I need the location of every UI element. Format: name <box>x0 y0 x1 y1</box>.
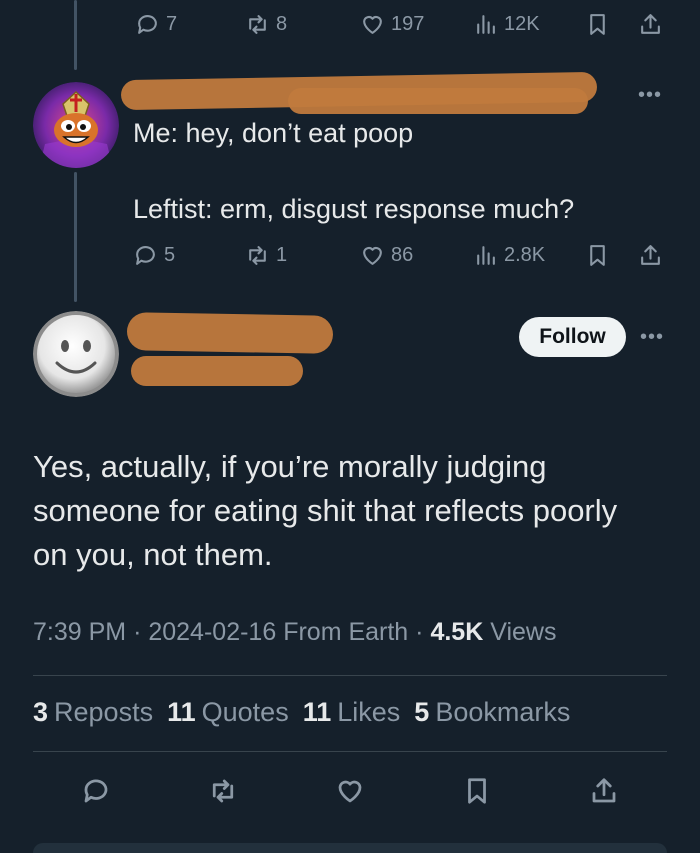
share-icon <box>592 778 616 803</box>
likes-stat[interactable]: 11 Likes <box>303 697 401 728</box>
share-icon <box>641 245 660 265</box>
reply-avatar[interactable] <box>33 82 119 168</box>
reply-icon <box>84 779 108 803</box>
repost-count: 1 <box>276 244 288 266</box>
post-source: From Earth <box>283 618 409 646</box>
reply-count: 5 <box>164 244 176 266</box>
repost-action-top[interactable]: 8 <box>245 12 287 37</box>
reply-action[interactable]: 5 <box>133 243 175 268</box>
views-action[interactable]: 2.8K <box>473 243 545 268</box>
like-action-top[interactable]: 197 <box>360 12 424 37</box>
views-icon <box>477 246 495 265</box>
main-post-text: Yes, actually, if you’re morally judging… <box>33 449 618 572</box>
reposts-stat[interactable]: 3 Reposts <box>33 697 153 728</box>
divider-top <box>33 675 667 676</box>
engagement-stats: 3 Reposts 11 Quotes 11 Likes 5 Bookmarks <box>33 697 570 728</box>
post-views-label: Views <box>490 618 557 646</box>
share-button[interactable] <box>589 776 619 806</box>
bookmark-icon <box>468 778 486 804</box>
reply-icon <box>136 246 155 265</box>
heart-icon <box>363 16 382 34</box>
divider-bottom <box>33 751 667 752</box>
main-avatar[interactable] <box>33 311 119 397</box>
main-name-redacted <box>126 312 334 354</box>
bookmarks-stat[interactable]: 5 Bookmarks <box>414 697 570 728</box>
meta-separator: · <box>415 618 424 646</box>
thread-line-middle <box>74 172 77 302</box>
reply-count: 7 <box>166 13 178 35</box>
post-views-count: 4.5K <box>430 618 484 646</box>
repost-count: 8 <box>276 13 288 35</box>
post-meta: 7:39 PM · 2024-02-16 From Earth · 4.5K V… <box>33 618 556 647</box>
bookmark-button[interactable] <box>462 776 492 806</box>
views-action-top[interactable]: 12K <box>473 12 540 37</box>
post-date[interactable]: 2024-02-16 <box>148 618 276 646</box>
heart-icon <box>338 780 362 803</box>
post-time[interactable]: 7:39 PM <box>33 618 126 646</box>
like-button[interactable] <box>335 776 365 806</box>
reply-text-line1: Me: hey, don’t eat poop <box>133 118 414 148</box>
quotes-stat[interactable]: 11 Quotes <box>167 697 289 728</box>
like-action[interactable]: 86 <box>360 243 413 268</box>
main-handle-redacted <box>131 356 303 386</box>
reply-handle-redacted <box>288 88 588 114</box>
share-action-top[interactable] <box>638 12 663 37</box>
reply-button[interactable] <box>81 776 111 806</box>
share-action[interactable] <box>638 243 663 268</box>
share-icon <box>641 14 660 34</box>
reply-composer-bar[interactable] <box>33 843 667 853</box>
repost-button[interactable] <box>208 776 238 806</box>
reply-text-line2: Leftist: erm, disgust response much? <box>133 194 575 224</box>
meta-separator: · <box>133 618 142 646</box>
bookmark-action[interactable] <box>585 243 610 268</box>
like-count: 86 <box>391 244 414 266</box>
thread-line-top <box>74 0 77 70</box>
bookmark-icon <box>590 245 605 266</box>
repost-action[interactable]: 1 <box>245 243 287 268</box>
views-count: 12K <box>504 13 540 35</box>
reply-more-icon[interactable]: ••• <box>638 84 662 107</box>
follow-button[interactable]: Follow <box>519 317 626 357</box>
views-count: 2.8K <box>504 244 546 266</box>
bookmark-icon <box>590 14 605 35</box>
bookmark-action-top[interactable] <box>585 12 610 37</box>
main-more-icon[interactable]: ••• <box>640 326 664 349</box>
repost-icon <box>249 246 266 265</box>
views-icon <box>477 15 495 34</box>
heart-icon <box>363 247 382 265</box>
reply-action-top[interactable]: 7 <box>135 12 177 37</box>
like-count: 197 <box>391 13 425 35</box>
repost-icon <box>212 779 234 803</box>
reply-icon <box>138 15 157 34</box>
repost-icon <box>249 15 266 34</box>
